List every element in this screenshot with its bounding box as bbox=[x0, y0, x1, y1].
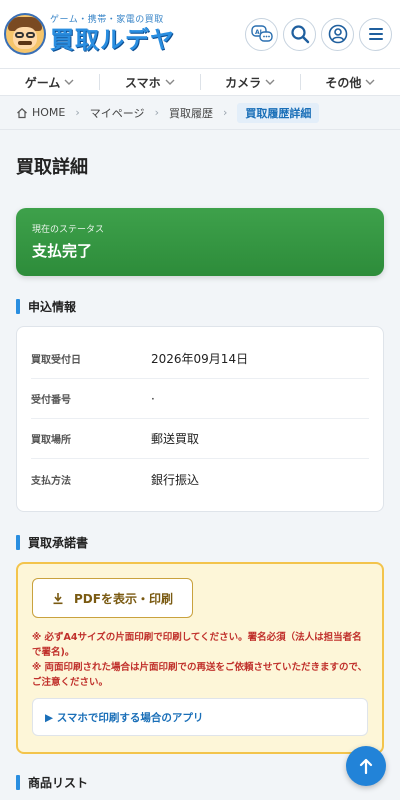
category-label: ゲーム bbox=[24, 75, 61, 90]
info-row-location: 買取場所 郵送買取 bbox=[31, 419, 369, 459]
back-to-top-button[interactable] bbox=[346, 746, 386, 786]
download-icon bbox=[53, 592, 63, 604]
user-icon bbox=[328, 24, 347, 44]
chevron-down-icon bbox=[165, 79, 175, 85]
site-header: ゲーム・携帯・家電の買取 買取ルデヤ AI bbox=[0, 0, 400, 68]
category-label: その他 bbox=[325, 75, 362, 90]
category-nav: ゲーム スマホ カメラ その他 bbox=[0, 68, 400, 96]
breadcrumb-current: 買取履歴詳細 bbox=[237, 102, 320, 123]
breadcrumb-separator: › bbox=[222, 106, 228, 119]
site-logo[interactable]: ゲーム・携帯・家電の買取 買取ルデヤ bbox=[4, 13, 175, 55]
arrow-up-icon bbox=[359, 758, 373, 774]
breadcrumb-separator: › bbox=[75, 106, 80, 119]
category-label: スマホ bbox=[125, 75, 161, 90]
info-row-receipt-number: 受付番号 · bbox=[31, 379, 369, 419]
category-game[interactable]: ゲーム bbox=[0, 74, 99, 91]
status-value: 支払完了 bbox=[32, 242, 93, 260]
pdf-print-button[interactable]: PDFを表示・印刷 bbox=[32, 578, 193, 618]
print-notice: ※ 必ずA4サイズの片面印刷で印刷してください。署名必須（法人は担当者名で署名)… bbox=[32, 632, 368, 688]
status-label: 現在のステータス bbox=[32, 225, 105, 235]
logo-tagline: ゲーム・携帯・家電の買取 bbox=[50, 15, 164, 25]
application-section-title: 申込情報 bbox=[0, 298, 400, 314]
search-icon bbox=[290, 25, 309, 44]
logo-brand-name: 買取ルデヤ bbox=[50, 26, 175, 54]
breadcrumb-mypage[interactable]: マイページ bbox=[90, 105, 145, 121]
info-row-received-date: 買取受付日 2026年09月14日 bbox=[31, 339, 369, 379]
breadcrumb-history[interactable]: 買取履歴 bbox=[169, 105, 213, 121]
chevron-down-icon bbox=[265, 79, 275, 85]
approval-section-title: 買取承諾書 bbox=[0, 534, 400, 550]
breadcrumb-home[interactable]: HOME bbox=[16, 106, 65, 119]
category-smartphone[interactable]: スマホ bbox=[100, 74, 199, 91]
status-card: 現在のステータス 支払完了 bbox=[16, 208, 384, 276]
mascot-logo-icon bbox=[4, 13, 46, 55]
products-section-title: 商品リスト bbox=[0, 774, 400, 790]
chevron-down-icon bbox=[365, 79, 375, 85]
hamburger-menu-icon bbox=[368, 28, 383, 40]
menu-button[interactable] bbox=[359, 17, 392, 51]
category-other[interactable]: その他 bbox=[301, 74, 400, 91]
category-label: カメラ bbox=[225, 75, 262, 90]
category-camera[interactable]: カメラ bbox=[201, 74, 300, 91]
breadcrumb-separator: › bbox=[154, 106, 159, 119]
info-row-payment-method: 支払方法 銀行振込 bbox=[31, 472, 200, 487]
chevron-down-icon bbox=[64, 79, 74, 85]
breadcrumb: HOME › マイページ › 買取履歴 › 買取履歴詳細 bbox=[0, 96, 400, 130]
application-info-card: 買取受付日 2026年09月14日 受付番号 · 買取場所 郵送買取 支払方法 … bbox=[16, 326, 384, 512]
account-button[interactable] bbox=[321, 17, 354, 51]
page-title: 買取詳細 bbox=[16, 157, 88, 178]
ai-chat-icon: AI bbox=[250, 25, 273, 42]
ai-chat-button[interactable]: AI bbox=[245, 17, 278, 51]
print-app-link[interactable]: ▶ スマホで印刷する場合のアプリ bbox=[32, 698, 368, 736]
home-icon bbox=[17, 107, 27, 118]
search-button[interactable] bbox=[283, 17, 316, 51]
approval-card: PDFを表示・印刷 ※ 必ずA4サイズの片面印刷で印刷してください。署名必須（法… bbox=[16, 562, 384, 754]
